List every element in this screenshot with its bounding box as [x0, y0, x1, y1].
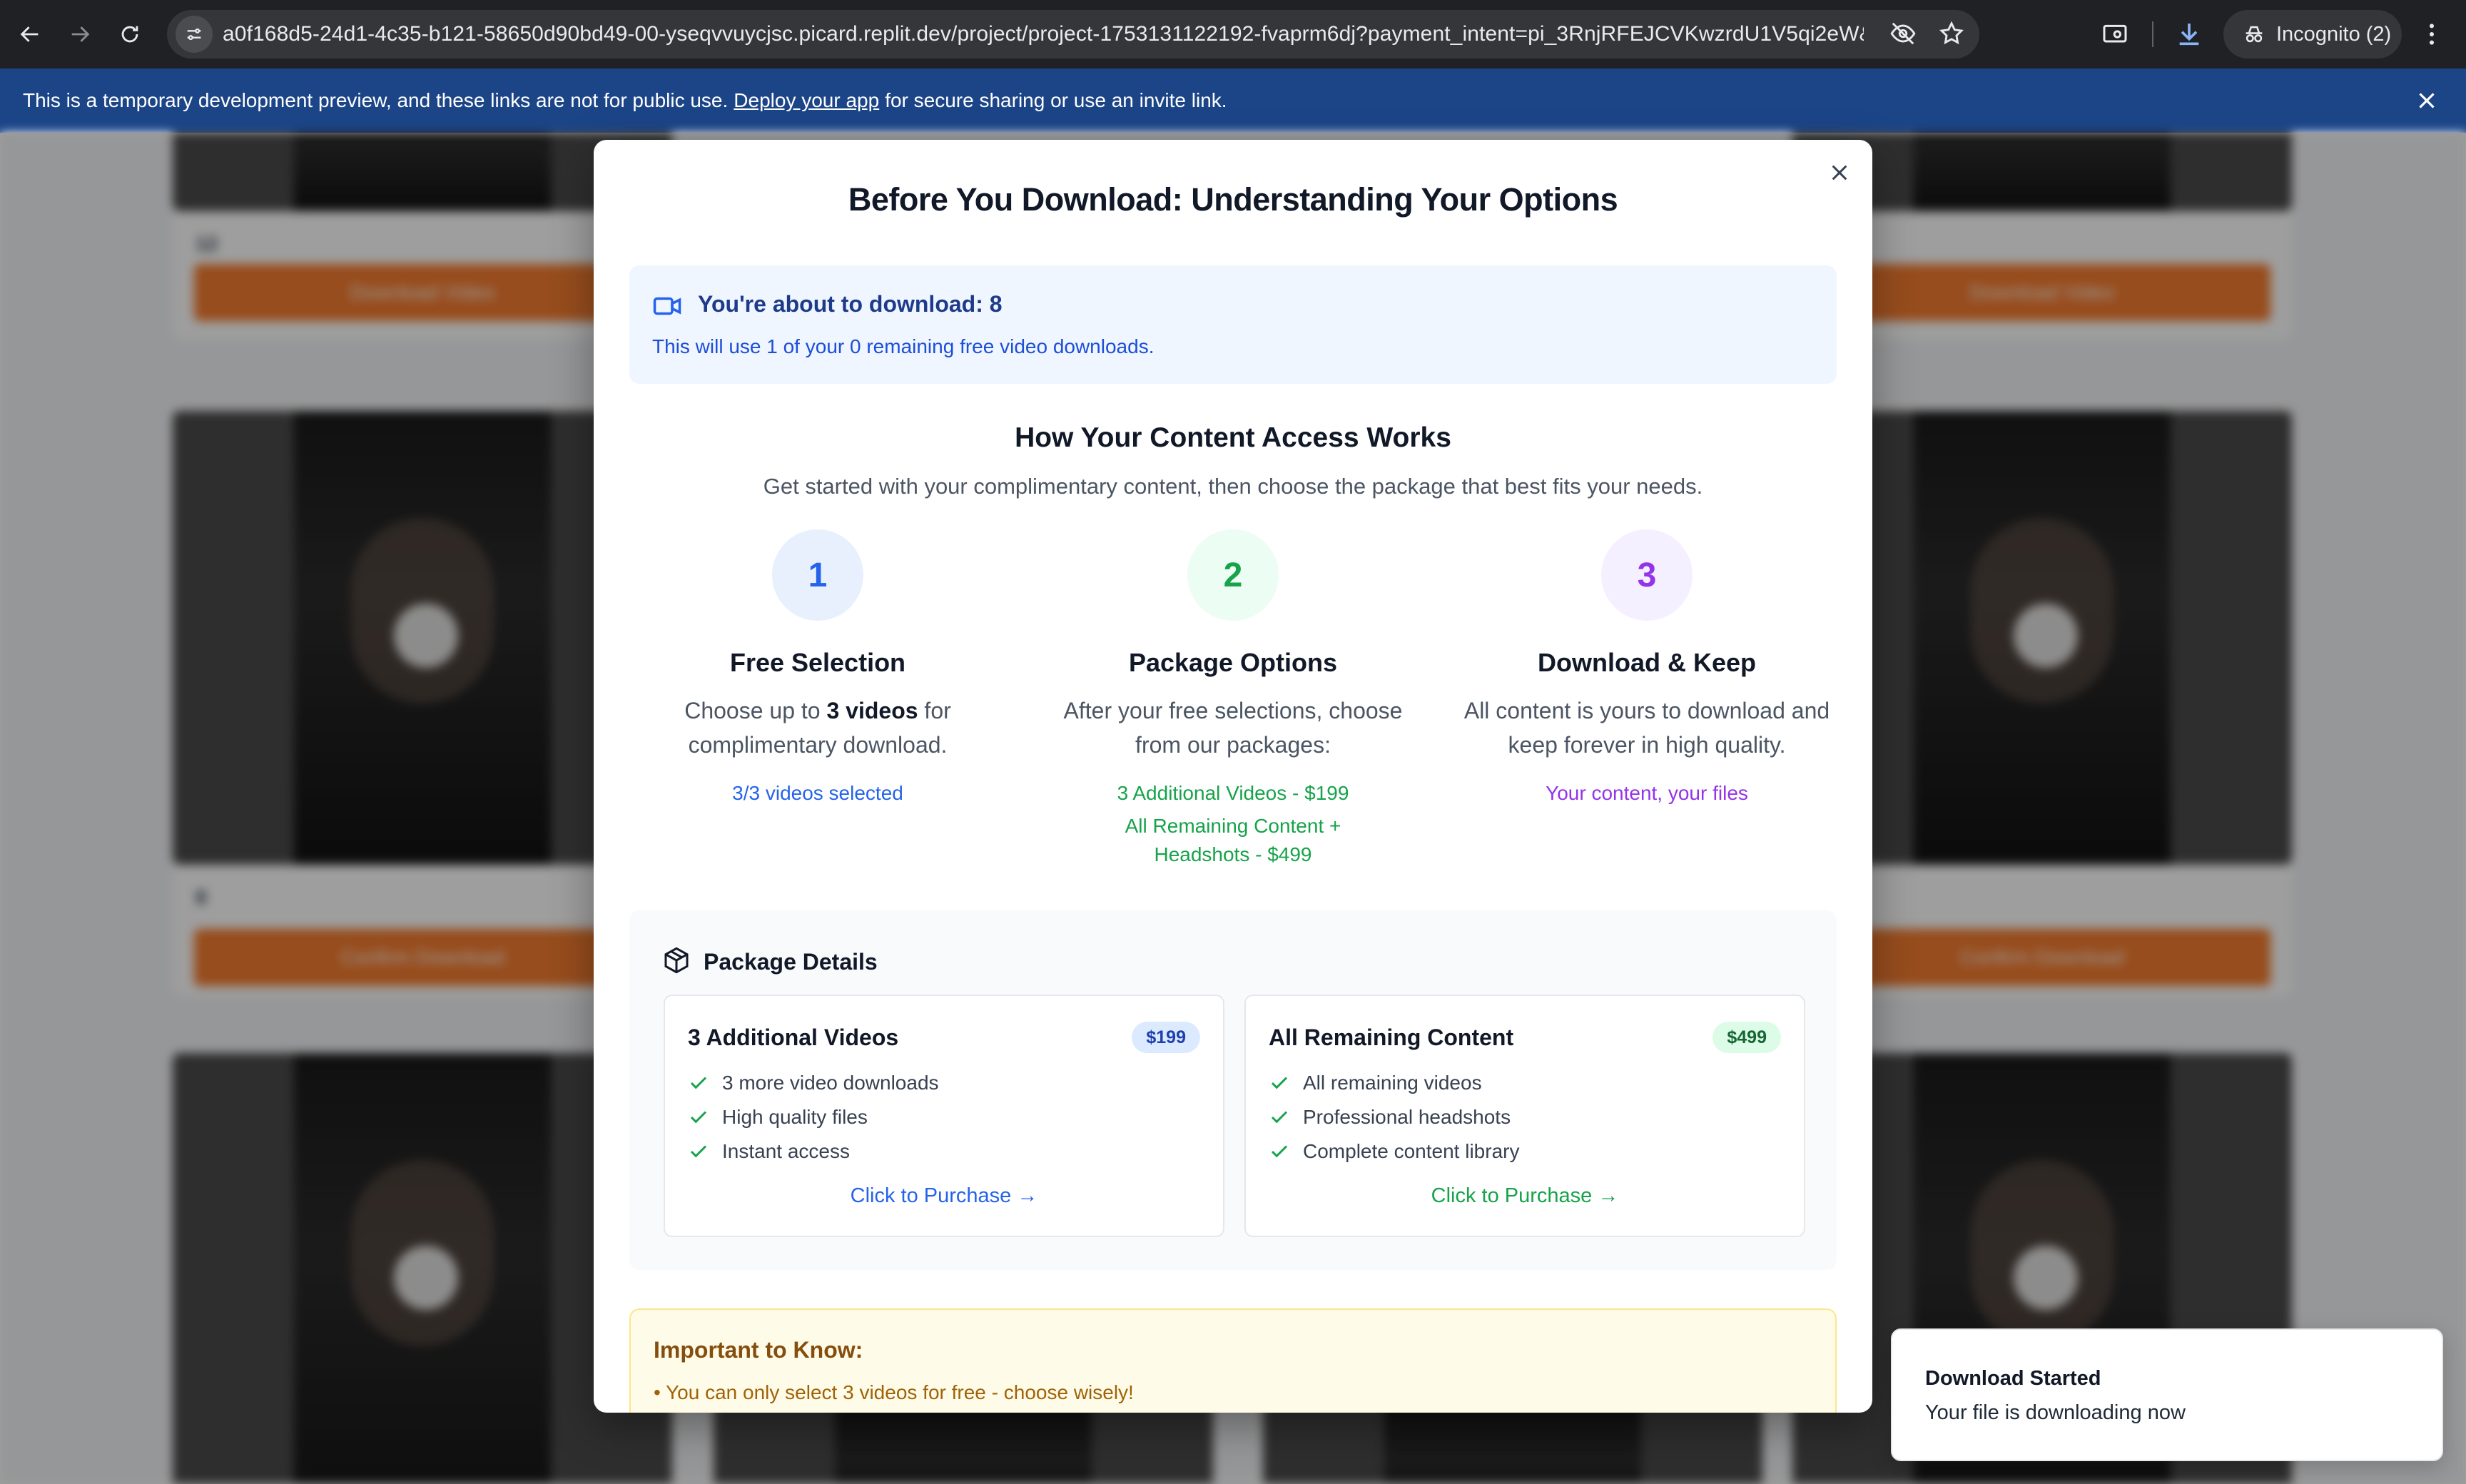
banner-text-before: This is a temporary development preview,… [23, 89, 729, 111]
incognito-label: Incognito (2) [2276, 22, 2392, 46]
cast-search-icon[interactable] [2098, 17, 2132, 51]
incognito-indicator[interactable]: Incognito (2) [2223, 10, 2402, 59]
banner-text-after: for secure sharing or use an invite link… [885, 89, 1227, 111]
star-icon[interactable] [1938, 20, 1965, 47]
package-details-section: Package Details 3 Additional Videos $199… [629, 910, 1837, 1270]
url-text[interactable]: a0f168d5-24d1-4c35-b121-58650d90bd49-00-… [223, 22, 1864, 46]
notice-heading: You're about to download: 8 [698, 291, 1003, 317]
download-options-modal: Before You Download: Understanding Your … [594, 140, 1872, 1413]
back-button[interactable] [9, 13, 51, 56]
step-title: Download & Keep [1537, 648, 1757, 677]
package-option-1: 3 Additional Videos - $199 [1117, 782, 1349, 804]
download-icon[interactable] [2172, 17, 2206, 51]
more-menu-icon[interactable] [2415, 17, 2449, 51]
feature-item: High quality files [688, 1100, 939, 1134]
important-item: • You can only select 3 videos for free … [654, 1381, 1134, 1403]
eye-off-icon[interactable] [1889, 20, 1917, 47]
site-info-icon[interactable] [176, 16, 213, 53]
step-description: Choose up to 3 videos for complimentary … [684, 698, 951, 758]
step-description: After your free selections, choose from … [1063, 698, 1403, 758]
feature-item: Instant access [688, 1134, 939, 1169]
selection-status: 3/3 videos selected [732, 782, 903, 804]
step-download-keep: 3 Download & Keep All content is yours t… [1454, 529, 1840, 808]
modal-title: Before You Download: Understanding Your … [848, 181, 1618, 218]
feature-list: 3 more video downloads High quality file… [688, 1066, 939, 1169]
deploy-app-link[interactable]: Deploy your app [734, 89, 879, 112]
check-icon [1271, 1145, 1288, 1158]
package-title: All Remaining Content [1269, 1025, 1514, 1050]
price-badge: $499 [1712, 1022, 1781, 1053]
step-title: Free Selection [729, 648, 906, 677]
feature-list: All remaining videos Professional headsh… [1269, 1066, 1519, 1169]
step-title: Package Options [1128, 648, 1338, 677]
check-icon [690, 1077, 707, 1089]
toolbar-divider [2152, 21, 2153, 47]
reload-icon [121, 26, 138, 43]
purchase-link[interactable]: Click to Purchase → [1246, 1184, 1804, 1208]
arrow-right-icon [71, 26, 90, 42]
check-icon [1271, 1077, 1288, 1089]
step-number-badge: 2 [1187, 529, 1279, 621]
video-camera-icon [653, 297, 681, 315]
download-notice: You're about to download: 8 This will us… [629, 265, 1837, 384]
step-free-selection: 1 Free Selection Choose up to 3 videos f… [625, 529, 1010, 808]
package-title: 3 Additional Videos [688, 1025, 899, 1050]
browser-toolbar: a0f168d5-24d1-4c35-b121-58650d90bd49-00-… [0, 0, 2466, 68]
toast-message: Your file is downloading now [1925, 1401, 2186, 1424]
download-toast[interactable]: Download Started Your file is downloadin… [1891, 1328, 2443, 1461]
package-option-2: All Remaining Content + Headshots - $499 [1125, 815, 1341, 865]
check-icon [1271, 1111, 1288, 1124]
step-package-options: 2 Package Options After your free select… [1040, 529, 1426, 869]
package-card-all-content[interactable]: All Remaining Content $499 All remaining… [1244, 995, 1805, 1237]
step-number-badge: 3 [1601, 529, 1693, 621]
reload-button[interactable] [108, 13, 151, 56]
feature-item: Professional headshots [1269, 1100, 1519, 1134]
important-title: Important to Know: [654, 1337, 863, 1363]
package-details-title: Package Details [704, 949, 878, 975]
important-notice: Important to Know: • You can only select… [629, 1308, 1837, 1413]
address-bar[interactable]: a0f168d5-24d1-4c35-b121-58650d90bd49-00-… [167, 10, 1979, 59]
feature-item: All remaining videos [1269, 1066, 1519, 1100]
how-it-works-title: How Your Content Access Works [1015, 422, 1451, 453]
step-description: All content is yours to download and kee… [1463, 698, 1830, 758]
incognito-icon [2246, 26, 2263, 43]
check-icon [690, 1111, 707, 1124]
package-icon [664, 947, 689, 974]
package-card-3-videos[interactable]: 3 Additional Videos $199 3 more video do… [664, 995, 1224, 1237]
feature-item: 3 more video downloads [688, 1066, 939, 1100]
purchase-link[interactable]: Click to Purchase → [665, 1184, 1223, 1208]
feature-item: Complete content library [1269, 1134, 1519, 1169]
step-number-badge: 1 [772, 529, 863, 621]
banner-close-icon[interactable] [2413, 87, 2440, 114]
price-badge: $199 [1132, 1022, 1200, 1053]
check-icon [690, 1145, 707, 1158]
notice-subtext: This will use 1 of your 0 remaining free… [652, 335, 1155, 357]
arrow-left-icon [20, 26, 39, 42]
forward-button[interactable] [59, 13, 101, 56]
ownership-note: Your content, your files [1546, 782, 1748, 804]
toast-title: Download Started [1925, 1367, 2101, 1390]
how-it-works-subtitle: Get started with your complimentary cont… [763, 474, 1703, 499]
